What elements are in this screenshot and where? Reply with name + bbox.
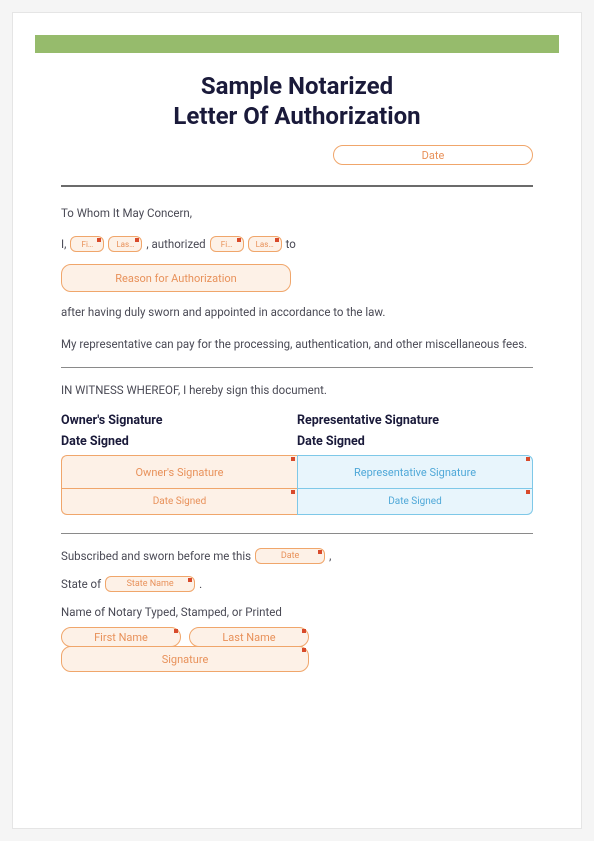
notary-name-row: First Name Last Name (61, 627, 533, 647)
notary-first-name-field[interactable]: First Name (61, 627, 181, 647)
text-authorized: , authorized (146, 237, 205, 251)
rep-sig-heading: Representative Signature (297, 413, 533, 428)
owner-date-heading: Date Signed (61, 434, 297, 449)
owner-date-signed-field[interactable]: Date Signed (61, 489, 297, 515)
reason-field[interactable]: Reason for Authorization (61, 264, 291, 292)
document-page: Sample Notarized Letter Of Authorization… (12, 12, 582, 829)
comma-1: , (329, 549, 331, 563)
text-i: I, (61, 237, 66, 251)
notary-signature-field[interactable]: Signature (61, 646, 309, 672)
date-field-label: Date (422, 149, 445, 162)
owner-sig-heading: Owner's Signature (61, 413, 297, 428)
owner-first-name-field[interactable]: Fi… (70, 236, 104, 252)
rep-date-label: Date Signed (388, 496, 442, 507)
rep-first-name-field[interactable]: Fi… (210, 236, 244, 252)
date-field[interactable]: Date (333, 145, 533, 165)
title-line-2: Letter Of Authorization (173, 102, 420, 130)
state-line: State of State Name . (61, 576, 533, 592)
notary-last-name-field[interactable]: Last Name (189, 627, 309, 647)
title-line-1: Sample Notarized (201, 72, 393, 100)
rep-date-signed-field[interactable]: Date Signed (297, 489, 533, 515)
owner-sig-col: Owner's Signature Date Signed (61, 455, 297, 515)
rep-first-label: Fi… (221, 240, 233, 249)
text-to: to (286, 237, 296, 251)
notary-sig-label: Signature (162, 653, 209, 666)
rep-last-label: Las… (256, 240, 274, 249)
rep-signature-field[interactable]: Representative Signature (297, 455, 533, 489)
rep-date-heading: Date Signed (297, 434, 533, 449)
divider-1 (61, 185, 533, 187)
state-of-text: State of (61, 577, 101, 591)
signature-headings: Owner's Signature Representative Signatu… (61, 413, 533, 428)
period-1: . (199, 577, 202, 591)
signature-grid: Owner's Signature Date Signed Representa… (61, 455, 533, 515)
owner-last-name-field[interactable]: Las… (108, 236, 142, 252)
owner-date-label: Date Signed (153, 496, 207, 507)
witness-text: IN WITNESS WHEREOF, I hereby sign this d… (61, 382, 533, 399)
notary-name-label: Name of Notary Typed, Stamped, or Printe… (61, 604, 533, 621)
sworn-date-label: Date (281, 551, 300, 561)
rep-pay-text: My representative can pay for the proces… (61, 336, 533, 353)
reason-label: Reason for Authorization (115, 272, 236, 285)
subscribed-text: Subscribed and sworn before me this (61, 549, 251, 563)
notary-last-label: Last Name (222, 631, 275, 644)
header-bar (35, 35, 559, 53)
divider-3 (61, 533, 533, 534)
page-title: Sample Notarized Letter Of Authorization (61, 71, 533, 131)
document-content: Sample Notarized Letter Of Authorization… (13, 53, 581, 672)
rep-sig-col: Representative Signature Date Signed (297, 455, 533, 515)
state-label: State Name (127, 579, 174, 589)
date-row: Date (61, 145, 533, 165)
rep-last-name-field[interactable]: Las… (248, 236, 282, 252)
after-sworn-text: after having duly sworn and appointed in… (61, 304, 533, 321)
authorization-line: I, Fi… Las… , authorized Fi… Las… to (61, 236, 533, 252)
salutation: To Whom It May Concern, (61, 205, 533, 222)
owner-first-label: Fi… (82, 240, 94, 249)
owner-last-label: Las… (116, 240, 134, 249)
state-field[interactable]: State Name (105, 576, 195, 592)
sworn-date-field[interactable]: Date (255, 548, 325, 564)
owner-sig-label: Owner's Signature (135, 466, 223, 479)
rep-sig-label: Representative Signature (354, 466, 476, 479)
owner-signature-field[interactable]: Owner's Signature (61, 455, 297, 489)
date-signed-headings: Date Signed Date Signed (61, 434, 533, 449)
notary-first-label: First Name (94, 631, 148, 644)
divider-2 (61, 367, 533, 368)
subscribed-line: Subscribed and sworn before me this Date… (61, 548, 533, 564)
